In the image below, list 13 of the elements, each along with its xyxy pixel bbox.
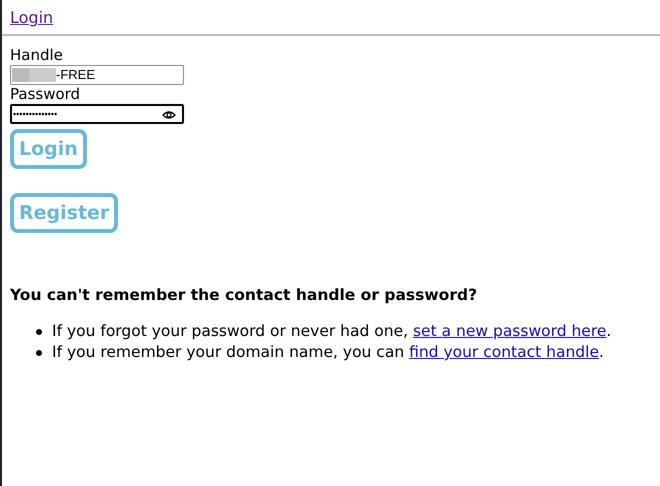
help-sentence: If you remember your domain name, you can find your contact handle. [52,342,604,363]
handle-field[interactable]: -FREE [10,65,184,85]
bullet-icon [36,328,42,334]
help-heading: You can't remember the contact handle or password? [10,286,478,304]
help-link[interactable]: set a new password here [412,322,606,340]
password-label: Password [10,85,80,104]
help-link[interactable]: find your contact handle [409,343,599,361]
help-sentence: If you forgot your password or never had one, set a new password here. [52,321,612,342]
login-link[interactable]: Login [10,8,54,27]
bullet-icon [36,350,42,356]
eye-icon[interactable] [162,110,176,120]
handle-label: Handle [10,46,63,65]
password-field[interactable]: •••••••••••••• [10,104,184,124]
